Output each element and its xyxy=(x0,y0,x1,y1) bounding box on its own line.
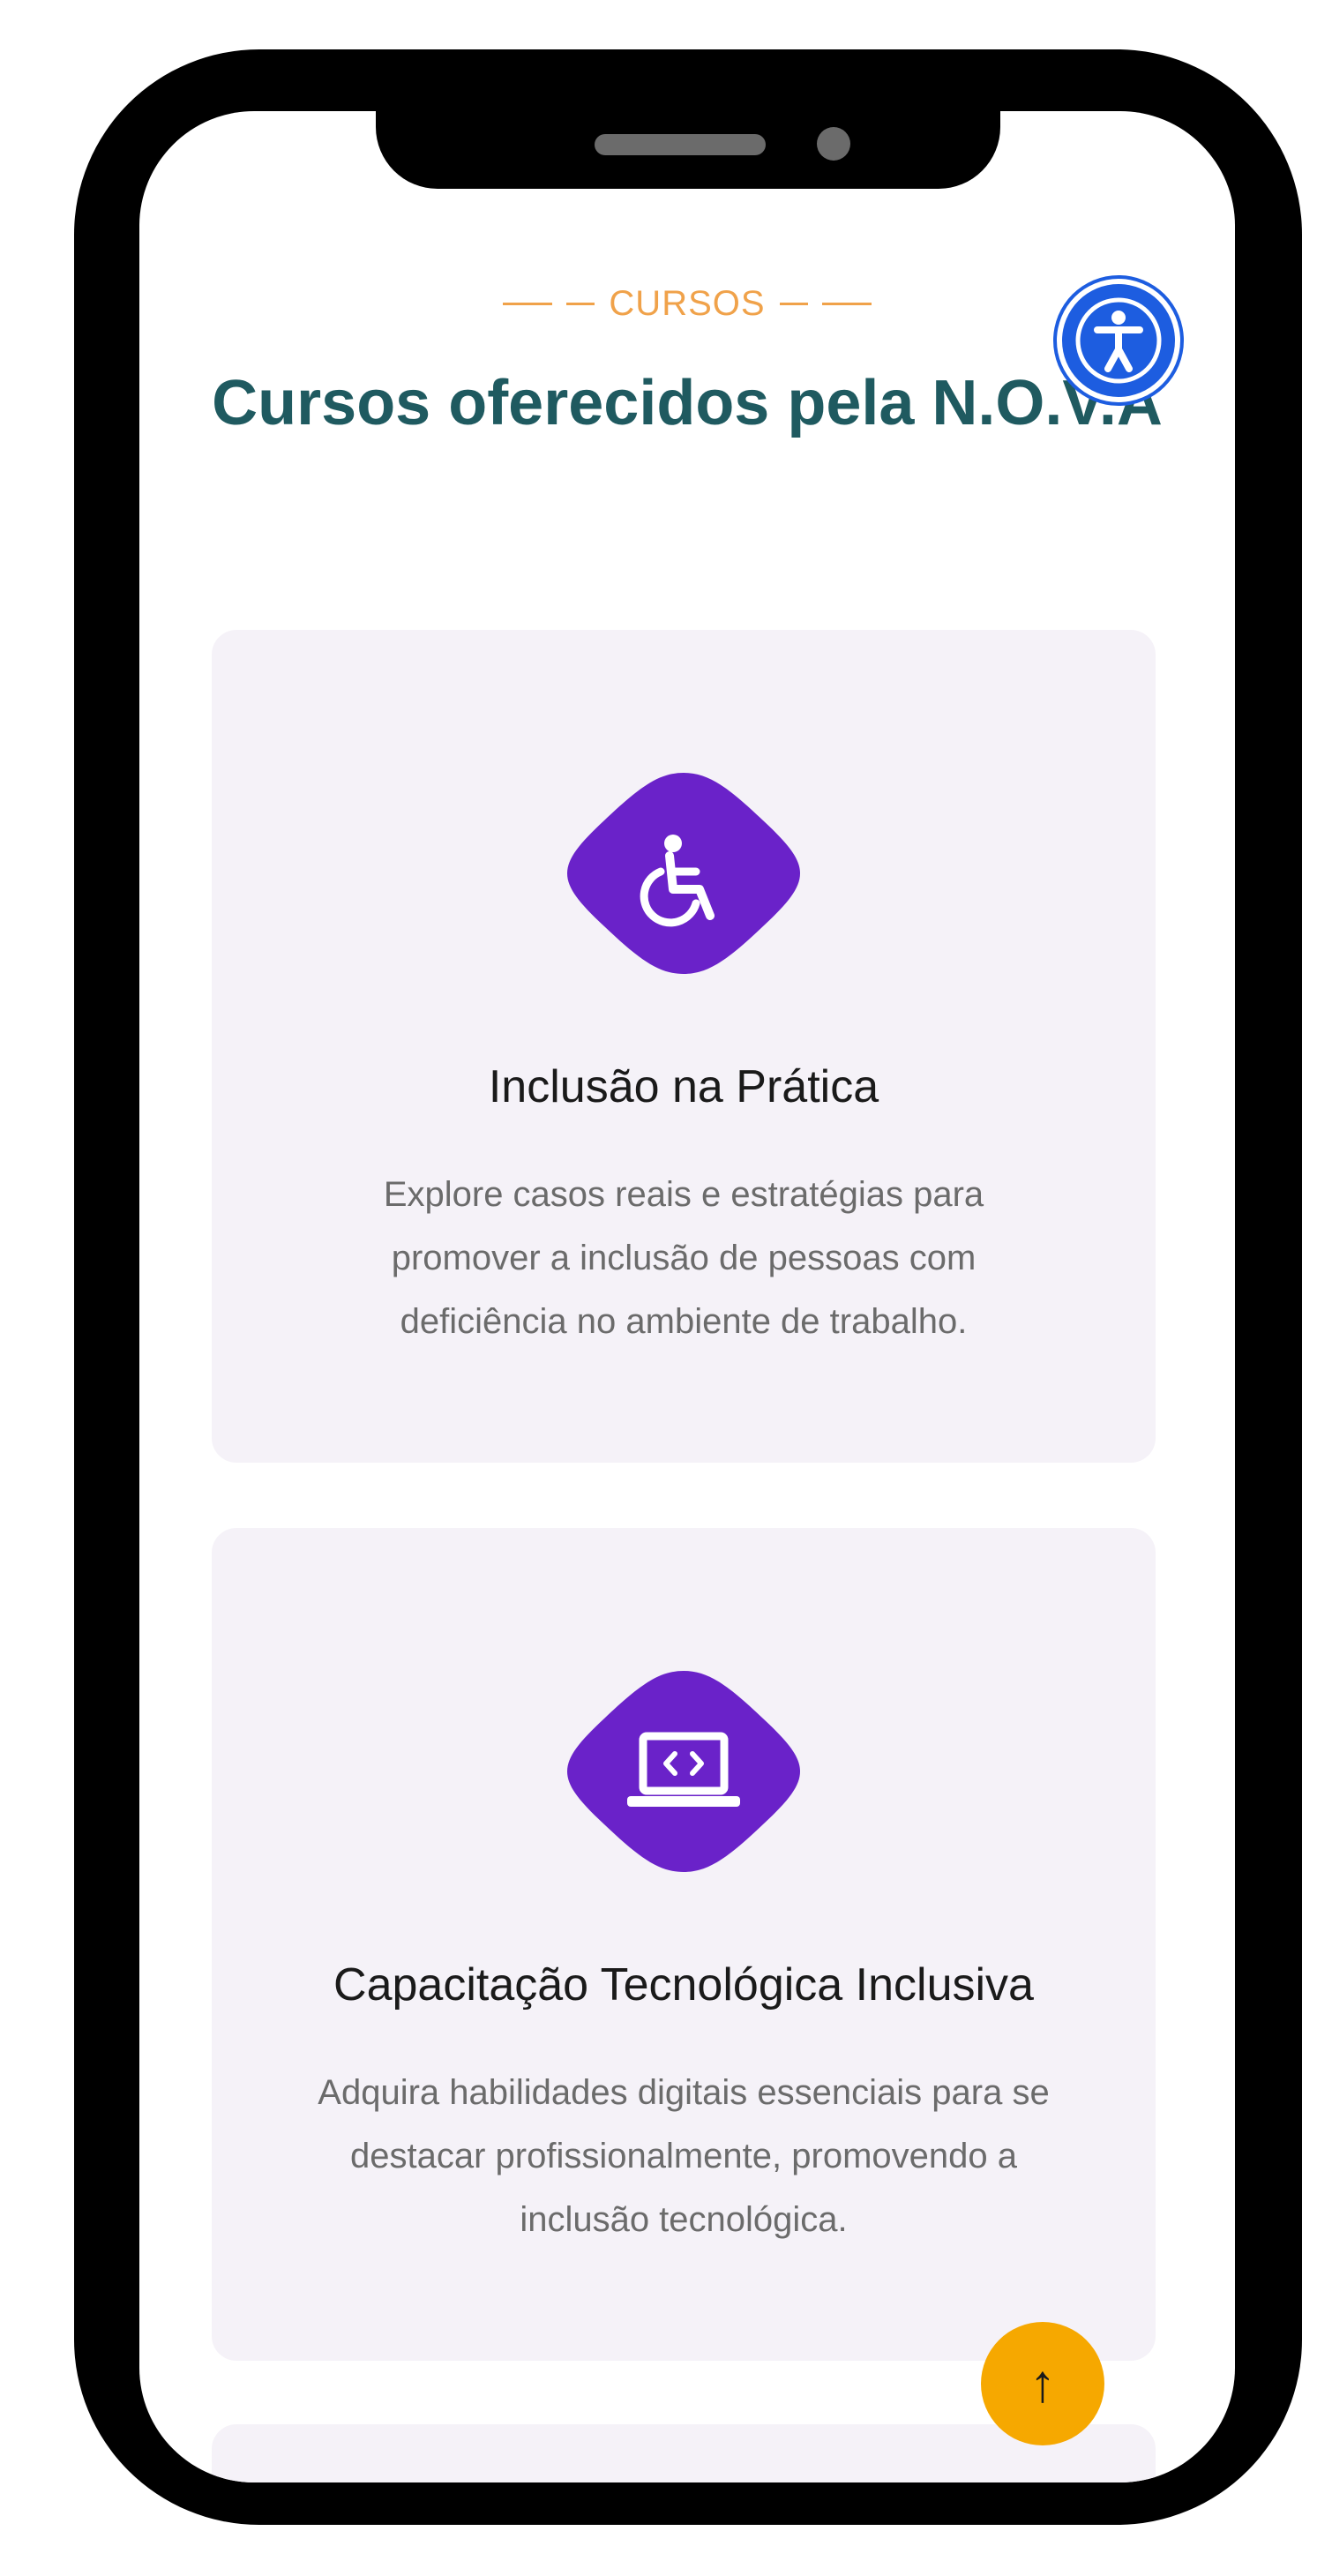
speaker-grille xyxy=(595,134,766,155)
back-to-top-button[interactable]: ↑ xyxy=(981,2322,1104,2445)
course-card: Capacitação Tecnológica Inclusiva Adquir… xyxy=(212,1528,1156,2361)
eyebrow-line xyxy=(503,303,553,305)
card-title: Inclusão na Prática xyxy=(488,1061,879,1112)
wheelchair-icon xyxy=(567,773,800,974)
section-eyebrow-label: CURSOS xyxy=(609,284,766,323)
course-card: Inclusão na Prática Explore casos reais … xyxy=(212,630,1156,1463)
accessibility-button[interactable] xyxy=(1062,284,1175,397)
card-description: Explore casos reais e estratégias para p… xyxy=(383,1175,984,1341)
eyebrow-line xyxy=(566,303,595,305)
screen: CURSOS Cursos oferecidos pela N.O.V.A In… xyxy=(139,111,1235,2482)
card-title: Capacitação Tecnológica Inclusiva xyxy=(333,1959,1034,2011)
accessibility-icon xyxy=(1075,297,1162,384)
card-description: Adquira habilidades digitais essenciais … xyxy=(318,2073,1050,2239)
eyebrow-line xyxy=(821,303,872,305)
laptop-code-icon xyxy=(567,1671,800,1872)
camera-icon xyxy=(817,127,850,161)
eyebrow-line xyxy=(779,303,808,305)
